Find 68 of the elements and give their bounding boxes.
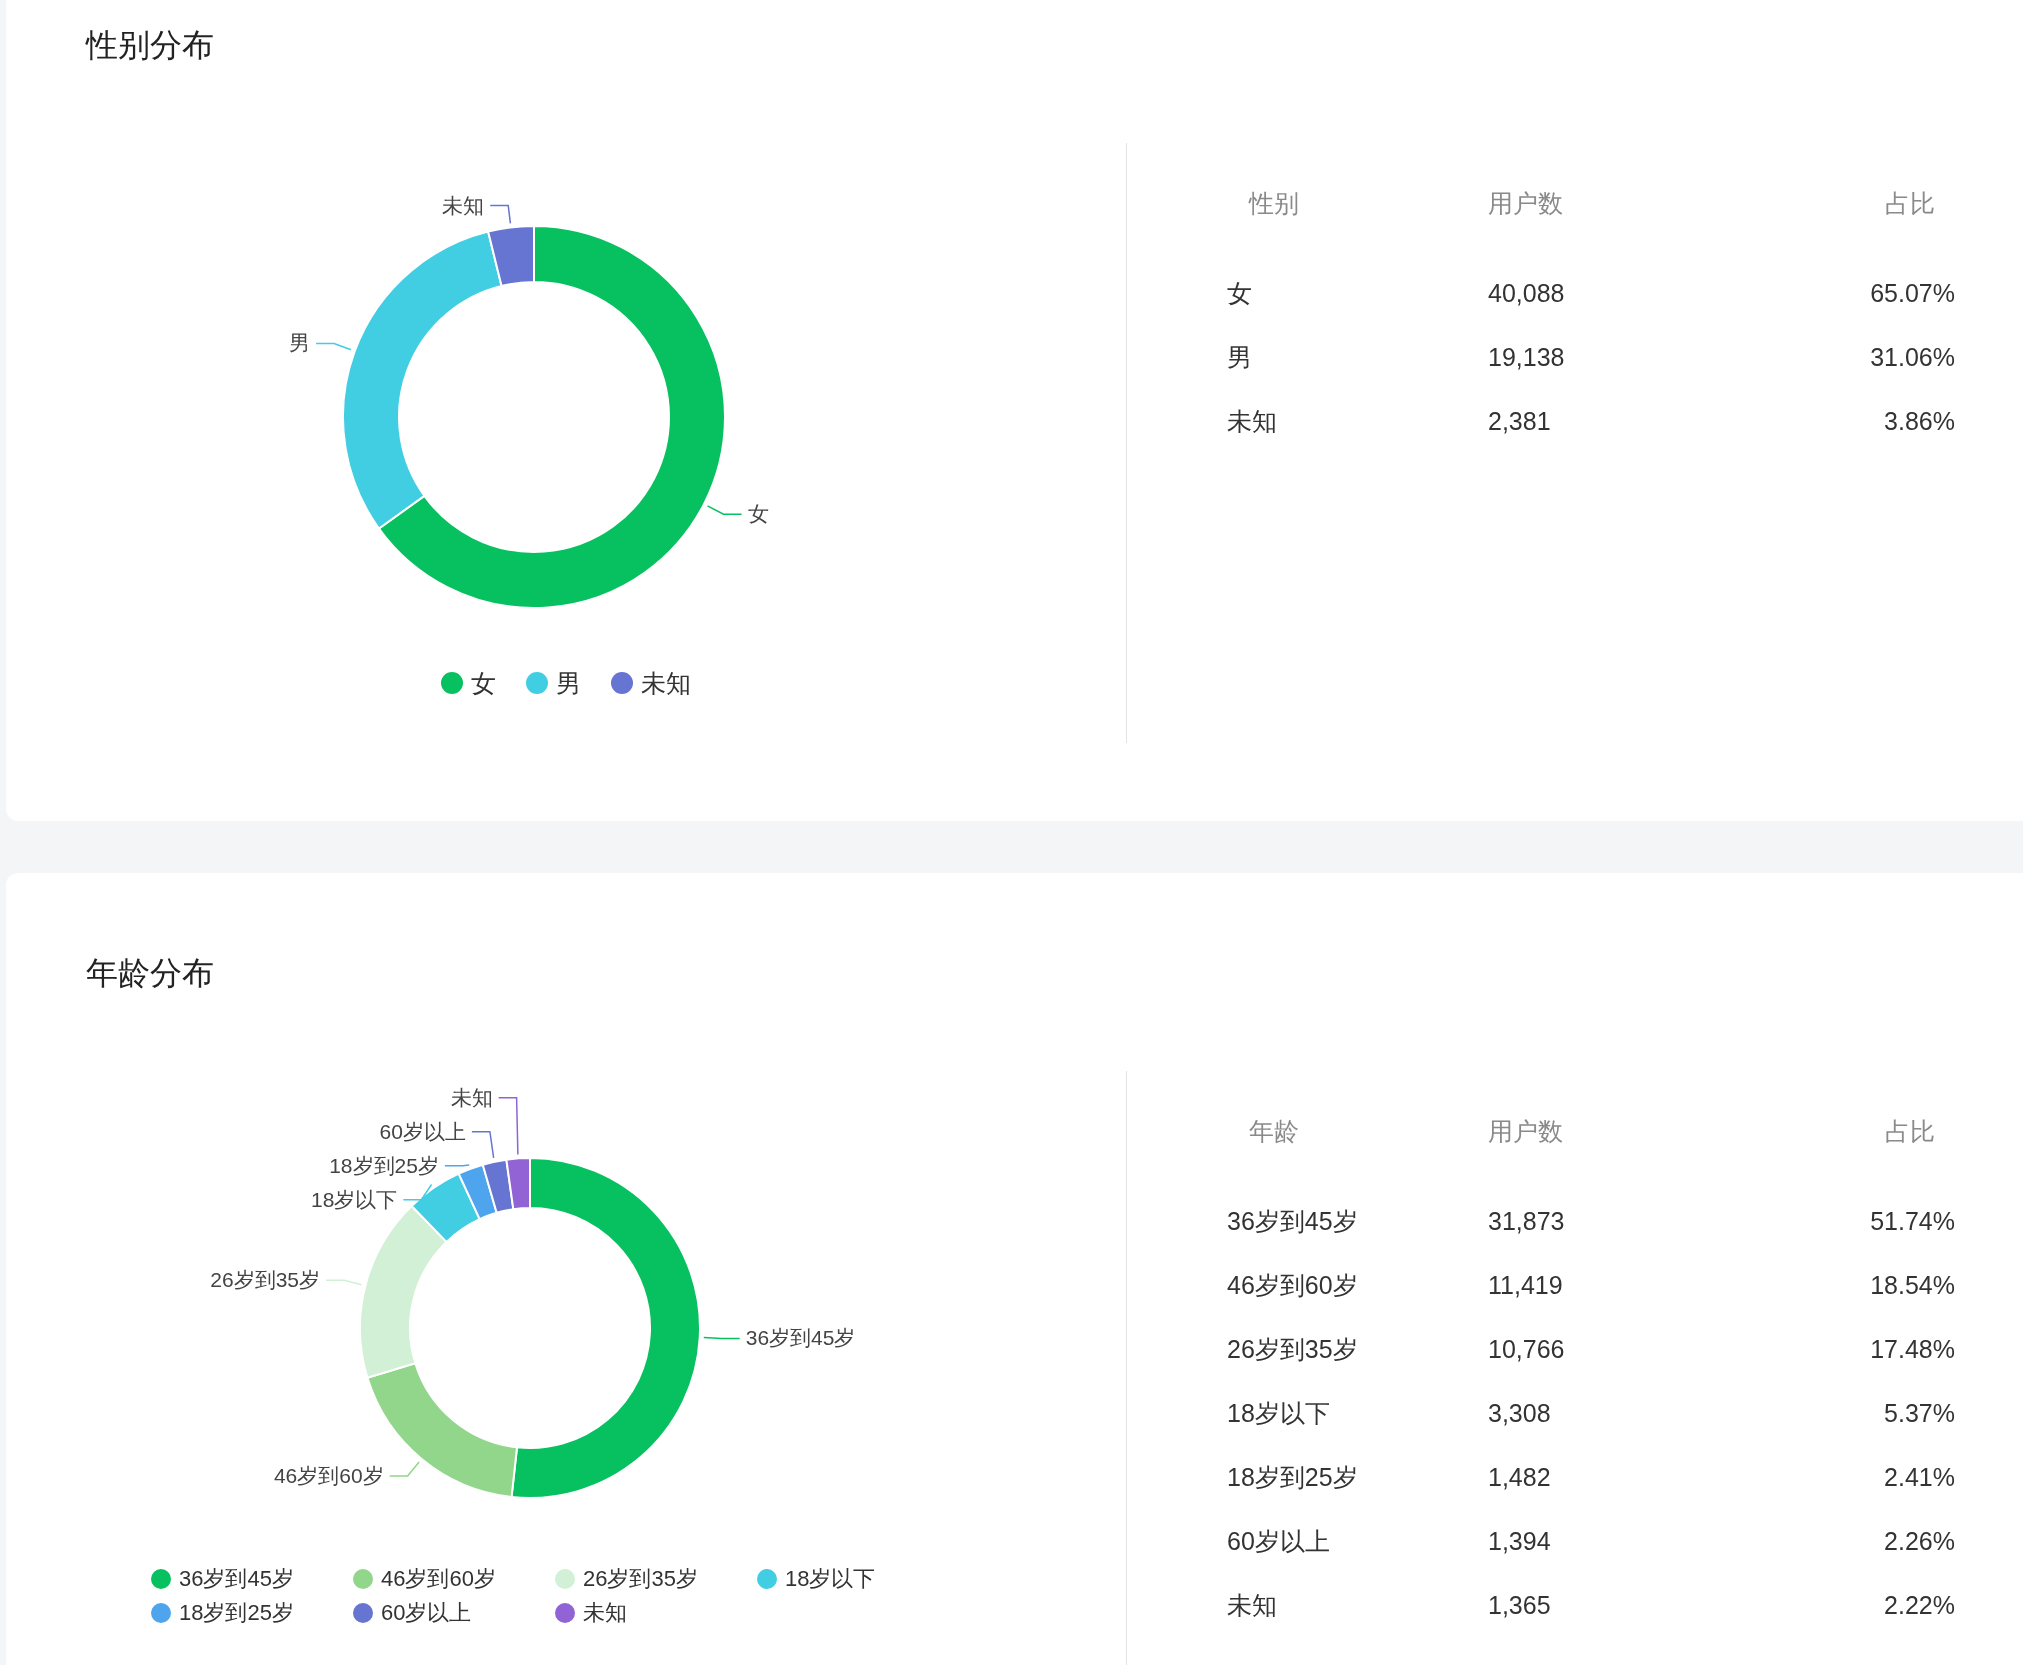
- legend-label: 36岁到45岁: [179, 1565, 294, 1593]
- table-cell-text: 1,365: [1488, 1590, 1552, 1620]
- leader-line: [703, 1336, 741, 1340]
- slice-label: 未知: [450, 1085, 493, 1109]
- column-header: 年龄: [1248, 1115, 1300, 1147]
- column-header: 性别: [1247, 187, 1300, 219]
- leader-line: [325, 1279, 363, 1286]
- table-cell-text: 1,482: [1488, 1462, 1552, 1492]
- legend-label: 60岁以上: [381, 1599, 472, 1627]
- table-cell-text: 女: [1227, 277, 1253, 309]
- legend-label: 46岁到60岁: [381, 1565, 496, 1593]
- leader-line: [402, 1183, 433, 1201]
- table-cell-text: 31.06%: [1869, 342, 1955, 372]
- leader-line: [388, 1461, 420, 1477]
- table-cell-text: 未知: [1227, 405, 1278, 437]
- section-title: 性别分布: [86, 26, 214, 65]
- table-cell-text: 18.54%: [1869, 1270, 1955, 1300]
- table-cell-text: 11,419: [1488, 1270, 1564, 1300]
- table-cell-text: 2.26%: [1883, 1526, 1955, 1556]
- leader-line: [706, 505, 743, 515]
- leader-line: [497, 1096, 519, 1156]
- table-cell-text: 40,088: [1488, 278, 1566, 308]
- table-cell-text: 17.48%: [1869, 1334, 1955, 1364]
- slice-label: 男: [289, 331, 311, 355]
- table-cell-text: 65.07%: [1869, 278, 1955, 308]
- legend-label: 未知: [583, 1599, 627, 1627]
- table-cell-text: 3,308: [1488, 1398, 1552, 1428]
- table-cell-text: 60岁以上: [1227, 1525, 1331, 1557]
- table-cell-text: 未知: [1227, 1589, 1278, 1621]
- legend-label: 女: [471, 669, 496, 697]
- table-cell-text: 18岁到25岁: [1227, 1461, 1359, 1493]
- table-cell-text: 男: [1227, 341, 1253, 373]
- leader-line: [489, 204, 512, 225]
- slice-label: 18岁到25岁: [329, 1153, 439, 1177]
- table-cell-text: 31,873: [1488, 1206, 1566, 1236]
- slice-label: 18岁以下: [311, 1187, 398, 1211]
- legend-label: 26岁到35岁: [583, 1565, 698, 1593]
- section-title: 年龄分布: [86, 954, 214, 993]
- table-cell-text: 5.37%: [1883, 1398, 1955, 1428]
- legend-label: 未知: [641, 669, 691, 697]
- table-cell-text: 26岁到35岁: [1227, 1333, 1359, 1365]
- slice-label: 60岁以上: [379, 1119, 466, 1143]
- slice-label: 女: [747, 502, 769, 526]
- slice-label: 36岁到45岁: [745, 1326, 856, 1350]
- column-header: 占比: [1884, 187, 1936, 219]
- table-cell-text: 2.22%: [1883, 1590, 1955, 1620]
- column-header: 用户数: [1488, 1115, 1564, 1147]
- table-cell-text: 10,766: [1488, 1334, 1566, 1364]
- slice-label: 46岁到60岁: [273, 1463, 384, 1487]
- column-header: 用户数: [1488, 187, 1564, 219]
- table-cell-text: 3.86%: [1883, 406, 1955, 436]
- table-cell-text: 19,138: [1488, 342, 1566, 372]
- table-cell-text: 51.74%: [1869, 1206, 1955, 1236]
- table-cell-text: 36岁到45岁: [1227, 1205, 1359, 1237]
- slice-label: 未知: [442, 193, 485, 217]
- legend-label: 男: [556, 669, 581, 697]
- table-cell-text: 2.41%: [1883, 1462, 1955, 1492]
- legend-label: 18岁以下: [785, 1565, 876, 1593]
- table-cell-text: 18岁以下: [1227, 1397, 1331, 1429]
- column-header: 占比: [1884, 1115, 1936, 1147]
- table-cell-text: 2,381: [1488, 406, 1552, 436]
- leader-line: [315, 342, 352, 351]
- leader-line: [444, 1164, 470, 1167]
- slice-label: 26岁到35岁: [210, 1268, 321, 1292]
- leader-line: [471, 1130, 495, 1159]
- table-cell-text: 1,394: [1488, 1526, 1552, 1556]
- table-cell-text: 46岁到60岁: [1227, 1269, 1359, 1301]
- legend-label: 18岁到25岁: [179, 1599, 294, 1627]
